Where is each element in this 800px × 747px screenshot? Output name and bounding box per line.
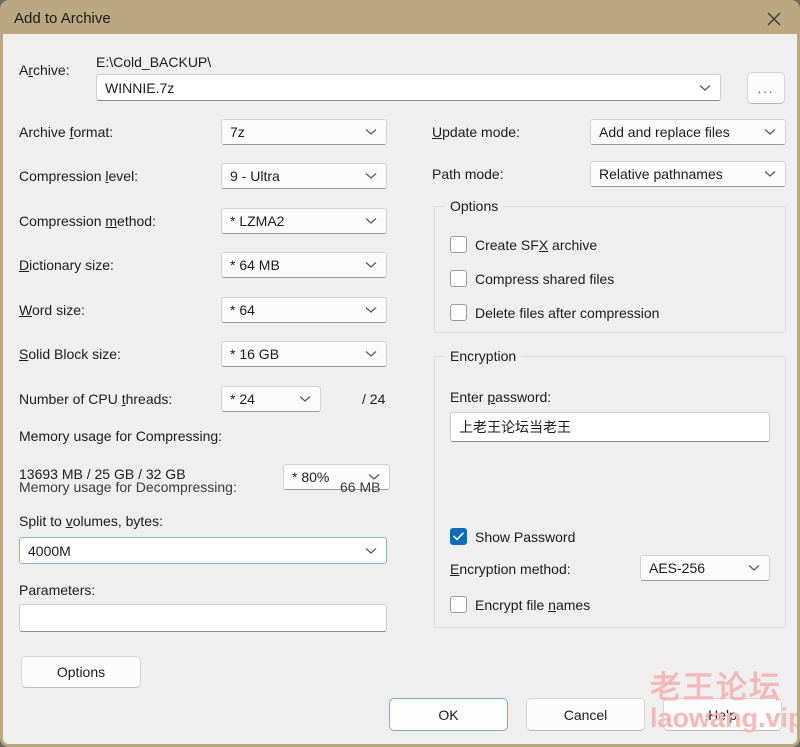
delete-files-after-compression-checkbox[interactable]: Delete files after compression — [450, 304, 659, 321]
compression-method-combo[interactable]: * LZMA2 — [221, 208, 387, 234]
cpu-threads-value: * 24 — [230, 391, 292, 407]
compression-method-value: * LZMA2 — [230, 213, 358, 229]
show-password-checkbox[interactable]: Show Password — [450, 528, 575, 545]
archive-name-value: WINNIE.7z — [105, 80, 692, 96]
checkbox-icon — [450, 304, 467, 321]
chevron-down-icon — [698, 81, 712, 95]
checkbox-icon — [450, 270, 467, 287]
compress-shared-files-checkbox[interactable]: Compress shared files — [450, 270, 614, 287]
show-password-label: Show Password — [475, 529, 575, 545]
path-mode-label: Path mode: — [432, 166, 504, 182]
solid-block-size-value: * 16 GB — [230, 346, 358, 362]
split-volumes-combo[interactable]: 4000M — [19, 537, 387, 564]
compression-level-value: 9 - Ultra — [230, 168, 358, 184]
title-bar: Add to Archive — [3, 3, 797, 34]
split-volumes-value: 4000M — [28, 543, 358, 559]
chevron-down-icon — [763, 167, 777, 181]
dialog-body: Archive: E:\Cold_BACKUP\ WINNIE.7z ... A… — [3, 34, 797, 744]
update-mode-label: Update mode: — [432, 124, 520, 140]
window-title: Add to Archive — [14, 10, 111, 27]
delete-files-label: Delete files after compression — [475, 305, 659, 321]
archive-name-combo[interactable]: WINNIE.7z — [96, 74, 721, 101]
cpu-threads-total: / 24 — [362, 391, 385, 407]
archive-format-combo[interactable]: 7z — [221, 119, 387, 145]
update-mode-value: Add and replace files — [599, 124, 757, 140]
options-group-title: Options — [445, 198, 503, 214]
create-sfx-label: Create SFX archive — [475, 237, 597, 253]
chevron-down-icon — [364, 303, 378, 317]
memory-decompressing-value: 66 MB — [340, 479, 380, 495]
encryption-method-combo[interactable]: AES-256 — [640, 555, 770, 581]
path-mode-combo[interactable]: Relative pathnames — [590, 161, 786, 187]
parameters-label: Parameters: — [19, 582, 95, 598]
archive-path-text: E:\Cold_BACKUP\ — [96, 54, 211, 70]
chevron-down-icon — [364, 347, 378, 361]
chevron-down-icon — [763, 125, 777, 139]
solid-block-size-combo[interactable]: * 16 GB — [221, 341, 387, 367]
encryption-method-value: AES-256 — [649, 560, 741, 576]
ok-button[interactable]: OK — [389, 698, 508, 731]
compression-level-label: Compression level: — [19, 168, 138, 184]
password-input[interactable]: 上老王论坛当老王 — [450, 412, 770, 442]
encrypt-file-names-label: Encrypt file names — [475, 597, 590, 613]
dictionary-size-combo[interactable]: * 64 MB — [221, 252, 387, 278]
create-sfx-checkbox[interactable]: Create SFX archive — [450, 236, 597, 253]
archive-format-value: 7z — [230, 124, 358, 140]
compress-shared-files-label: Compress shared files — [475, 271, 614, 287]
encryption-method-label: Encryption method: — [450, 561, 571, 577]
chevron-down-icon — [364, 214, 378, 228]
cpu-threads-combo[interactable]: * 24 — [221, 386, 321, 412]
encryption-group-title: Encryption — [445, 348, 521, 364]
encrypt-file-names-checkbox[interactable]: Encrypt file names — [450, 596, 590, 613]
memory-decompressing-label: Memory usage for Decompressing: — [19, 479, 237, 495]
archive-format-label: Archive format: — [19, 124, 113, 140]
help-button[interactable]: Help — [663, 698, 782, 731]
browse-button[interactable]: ... — [747, 72, 785, 104]
path-mode-value: Relative pathnames — [599, 166, 757, 182]
dictionary-size-value: * 64 MB — [230, 257, 358, 273]
chevron-down-icon — [364, 544, 378, 558]
chevron-down-icon — [364, 169, 378, 183]
enter-password-label: Enter password: — [450, 389, 551, 405]
close-icon — [767, 12, 781, 26]
chevron-down-icon — [747, 561, 761, 575]
split-volumes-label: Split to volumes, bytes: — [19, 513, 163, 529]
update-mode-combo[interactable]: Add and replace files — [590, 119, 786, 145]
chevron-down-icon — [364, 125, 378, 139]
chevron-down-icon — [364, 258, 378, 272]
word-size-combo[interactable]: * 64 — [221, 297, 387, 323]
add-to-archive-dialog: Add to Archive Archive: E:\Cold_BACKUP\ … — [0, 0, 800, 747]
parameters-input[interactable] — [19, 604, 387, 632]
solid-block-size-label: Solid Block size: — [19, 346, 121, 362]
chevron-down-icon — [298, 392, 312, 406]
checkbox-icon — [450, 596, 467, 613]
options-button[interactable]: Options — [21, 656, 141, 688]
compression-level-combo[interactable]: 9 - Ultra — [221, 163, 387, 189]
compression-method-label: Compression method: — [19, 213, 156, 229]
dictionary-size-label: Dictionary size: — [19, 257, 114, 273]
word-size-label: Word size: — [19, 302, 85, 318]
cancel-button[interactable]: Cancel — [526, 698, 645, 731]
archive-label: Archive: — [19, 62, 70, 78]
close-button[interactable] — [751, 3, 797, 34]
cpu-threads-label: Number of CPU threads: — [19, 391, 172, 407]
checkbox-icon — [450, 236, 467, 253]
memory-compressing-label: Memory usage for Compressing: — [19, 428, 222, 444]
word-size-value: * 64 — [230, 302, 358, 318]
checkbox-checked-icon — [450, 528, 467, 545]
